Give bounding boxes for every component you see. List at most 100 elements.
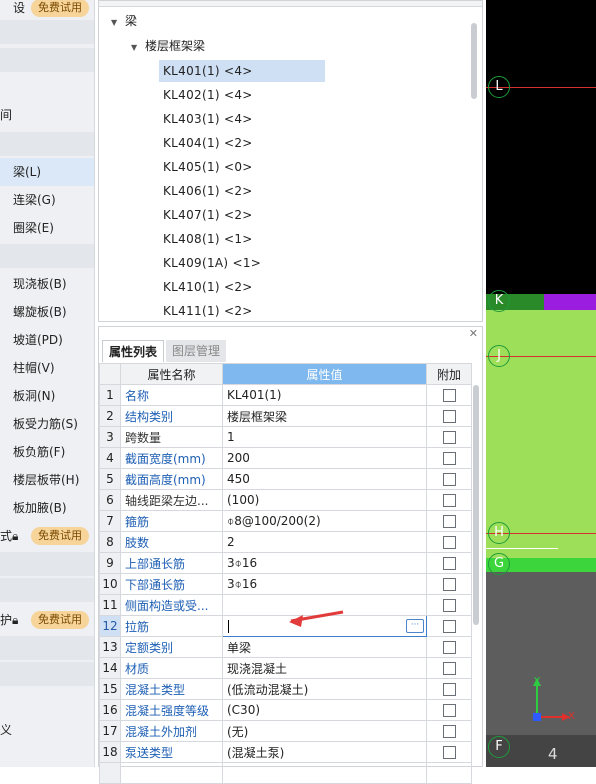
nav-row-empty[interactable] — [0, 688, 94, 716]
tree-scrollbar[interactable] — [471, 23, 477, 99]
nav-row-partial[interactable]: 义 — [0, 716, 94, 744]
trial-badge[interactable]: 免费试用 — [31, 527, 89, 545]
nav-item-slab-haunch[interactable]: 板加腋(B) — [0, 494, 94, 522]
extra-checkbox[interactable] — [442, 389, 456, 402]
property-scrollbar[interactable] — [473, 385, 479, 625]
table-row-active[interactable]: 12 拉筋 ··· — [99, 615, 472, 637]
trial-badge[interactable]: 免费试用 — [31, 611, 89, 629]
property-value[interactable]: 楼层框架梁 — [222, 405, 427, 427]
nav-row-partial[interactable]: 设免费试用 — [0, 0, 94, 22]
tree-item-kl407[interactable]: KL407(1) <2> — [159, 204, 325, 226]
table-row[interactable]: 8 肢数 2 — [99, 531, 472, 553]
tree-item-kl403[interactable]: KL403(1) <4> — [159, 108, 325, 130]
table-row[interactable]: 3 跨数量 1 — [99, 426, 472, 448]
nav-row-partial[interactable]: 间 — [0, 101, 94, 129]
extra-checkbox[interactable] — [442, 662, 456, 675]
nav-item-slab-strip[interactable]: 楼层板带(H) — [0, 466, 94, 494]
tab-property-list[interactable]: 属性列表 — [102, 340, 165, 362]
nav-row-empty[interactable] — [0, 76, 94, 104]
property-value[interactable]: (C30) — [222, 699, 427, 721]
property-value[interactable]: 单梁 — [222, 636, 427, 658]
drawing-viewport[interactable]: L K J H G F 4 Y X — [486, 0, 596, 767]
tree-item-kl406[interactable]: KL406(1) <2> — [159, 180, 325, 202]
trial-badge[interactable]: 免费试用 — [31, 0, 89, 17]
property-value[interactable]: 1 — [222, 426, 427, 448]
property-value[interactable]: 450 — [222, 468, 427, 490]
table-row[interactable] — [99, 762, 472, 784]
extra-checkbox[interactable] — [442, 578, 456, 591]
tree-item-kl408[interactable]: KL408(1) <1> — [159, 228, 325, 250]
property-value[interactable]: KL401(1) — [222, 384, 427, 406]
close-icon[interactable]: ✕ — [469, 327, 478, 340]
table-row[interactable]: 14 材质 现浇混凝土 — [99, 657, 472, 679]
nav-item-slab-neg-rebar[interactable]: 板负筋(F) — [0, 438, 94, 466]
tree-item-kl402[interactable]: KL402(1) <4> — [159, 84, 325, 106]
extra-checkbox[interactable] — [442, 452, 456, 465]
nav-item-ring-beam[interactable]: 圈梁(E) — [0, 214, 94, 242]
extra-checkbox[interactable] — [442, 473, 456, 486]
tree-item-kl401[interactable]: KL401(1) <4> — [159, 60, 325, 82]
nav-item-ramp[interactable]: 坡道(PD) — [0, 326, 94, 354]
nav-item-beam[interactable]: 梁(L) — [0, 158, 94, 186]
property-value[interactable]: (混凝土泵) — [222, 741, 427, 763]
table-row[interactable]: 6 轴线距梁左边... (100) — [99, 489, 472, 511]
nav-row-locked[interactable]: 式🔒︎ 免费试用 — [0, 522, 94, 550]
property-value[interactable]: (100) — [222, 489, 427, 511]
extra-checkbox[interactable] — [442, 515, 456, 528]
property-value[interactable]: 200 — [222, 447, 427, 469]
triangle-down-icon[interactable]: ▼ — [111, 18, 117, 27]
extra-checkbox[interactable] — [442, 683, 456, 696]
tab-layer-manage[interactable]: 图层管理 — [166, 340, 227, 362]
tree-node-beam[interactable]: ▼ 梁 — [111, 10, 137, 32]
extra-checkbox[interactable] — [442, 599, 456, 612]
property-value[interactable]: 3⌽16 — [222, 552, 427, 574]
triangle-down-icon[interactable]: ▼ — [131, 43, 137, 52]
extra-checkbox[interactable] — [442, 641, 456, 654]
nav-item-spiral-slab[interactable]: 螺旋板(B) — [0, 298, 94, 326]
nav-item-link-beam[interactable]: 连梁(G) — [0, 186, 94, 214]
tree-item-kl410[interactable]: KL410(1) <2> — [159, 276, 325, 298]
tree-item-kl405[interactable]: KL405(1) <0> — [159, 156, 325, 178]
tree-node-frame-beam[interactable]: ▼ 楼层框架梁 — [131, 35, 205, 57]
nav-item-cast-slab[interactable]: 现浇板(B) — [0, 270, 94, 298]
table-row[interactable]: 13 定额类别 单梁 — [99, 636, 472, 658]
extra-checkbox[interactable] — [442, 725, 456, 738]
table-row[interactable]: 17 混凝土外加剂 (无) — [99, 720, 472, 742]
tree-item-kl409[interactable]: KL409(1A) <1> — [159, 252, 325, 274]
table-row[interactable]: 10 下部通长筋 3⌽16 — [99, 573, 472, 595]
nav-item-column-cap[interactable]: 柱帽(V) — [0, 354, 94, 382]
table-row[interactable]: 9 上部通长筋 3⌽16 — [99, 552, 472, 574]
extra-checkbox[interactable] — [442, 704, 456, 717]
extra-checkbox[interactable] — [442, 557, 456, 570]
nav-item-slab-rebar[interactable]: 板受力筋(S) — [0, 410, 94, 438]
table-row[interactable]: 11 侧面构造或受... — [99, 594, 472, 616]
extra-checkbox[interactable] — [442, 620, 456, 633]
table-row[interactable]: 15 混凝土类型 (低流动混凝土) — [99, 678, 472, 700]
table-row[interactable]: 18 泵送类型 (混凝土泵) — [99, 741, 472, 763]
extra-checkbox[interactable] — [442, 494, 456, 507]
table-row[interactable]: 2 结构类别 楼层框架梁 — [99, 405, 472, 427]
table-row[interactable]: 5 截面高度(mm) 450 — [99, 468, 472, 490]
table-row[interactable]: 1 名称 KL401(1) — [99, 384, 472, 406]
property-value[interactable]: (无) — [222, 720, 427, 742]
table-row[interactable]: 7 箍筋 ⌽8@100/200(2) — [99, 510, 472, 532]
property-name: 截面高度(mm) — [120, 468, 223, 490]
tree-item-kl404[interactable]: KL404(1) <2> — [159, 132, 325, 154]
tree-item-kl411[interactable]: KL411(1) <2> — [159, 300, 325, 322]
property-value[interactable]: 2 — [222, 531, 427, 553]
nav-separator — [0, 578, 94, 602]
nav-row-locked[interactable]: 护🔒︎ 免费试用 — [0, 606, 94, 634]
property-value[interactable]: 现浇混凝土 — [222, 657, 427, 679]
table-row[interactable]: 4 截面宽度(mm) 200 — [99, 447, 472, 469]
extra-checkbox[interactable] — [442, 536, 456, 549]
property-value[interactable]: 3⌽16 — [222, 573, 427, 595]
ellipsis-button[interactable]: ··· — [406, 619, 424, 633]
property-name: 混凝土类型 — [120, 678, 223, 700]
property-value[interactable]: ⌽8@100/200(2) — [222, 510, 427, 532]
extra-checkbox[interactable] — [442, 410, 456, 423]
extra-checkbox[interactable] — [442, 746, 456, 759]
table-row[interactable]: 16 混凝土强度等级 (C30) — [99, 699, 472, 721]
nav-item-slab-hole[interactable]: 板洞(N) — [0, 382, 94, 410]
extra-checkbox[interactable] — [442, 431, 456, 444]
property-value[interactable]: (低流动混凝土) — [222, 678, 427, 700]
